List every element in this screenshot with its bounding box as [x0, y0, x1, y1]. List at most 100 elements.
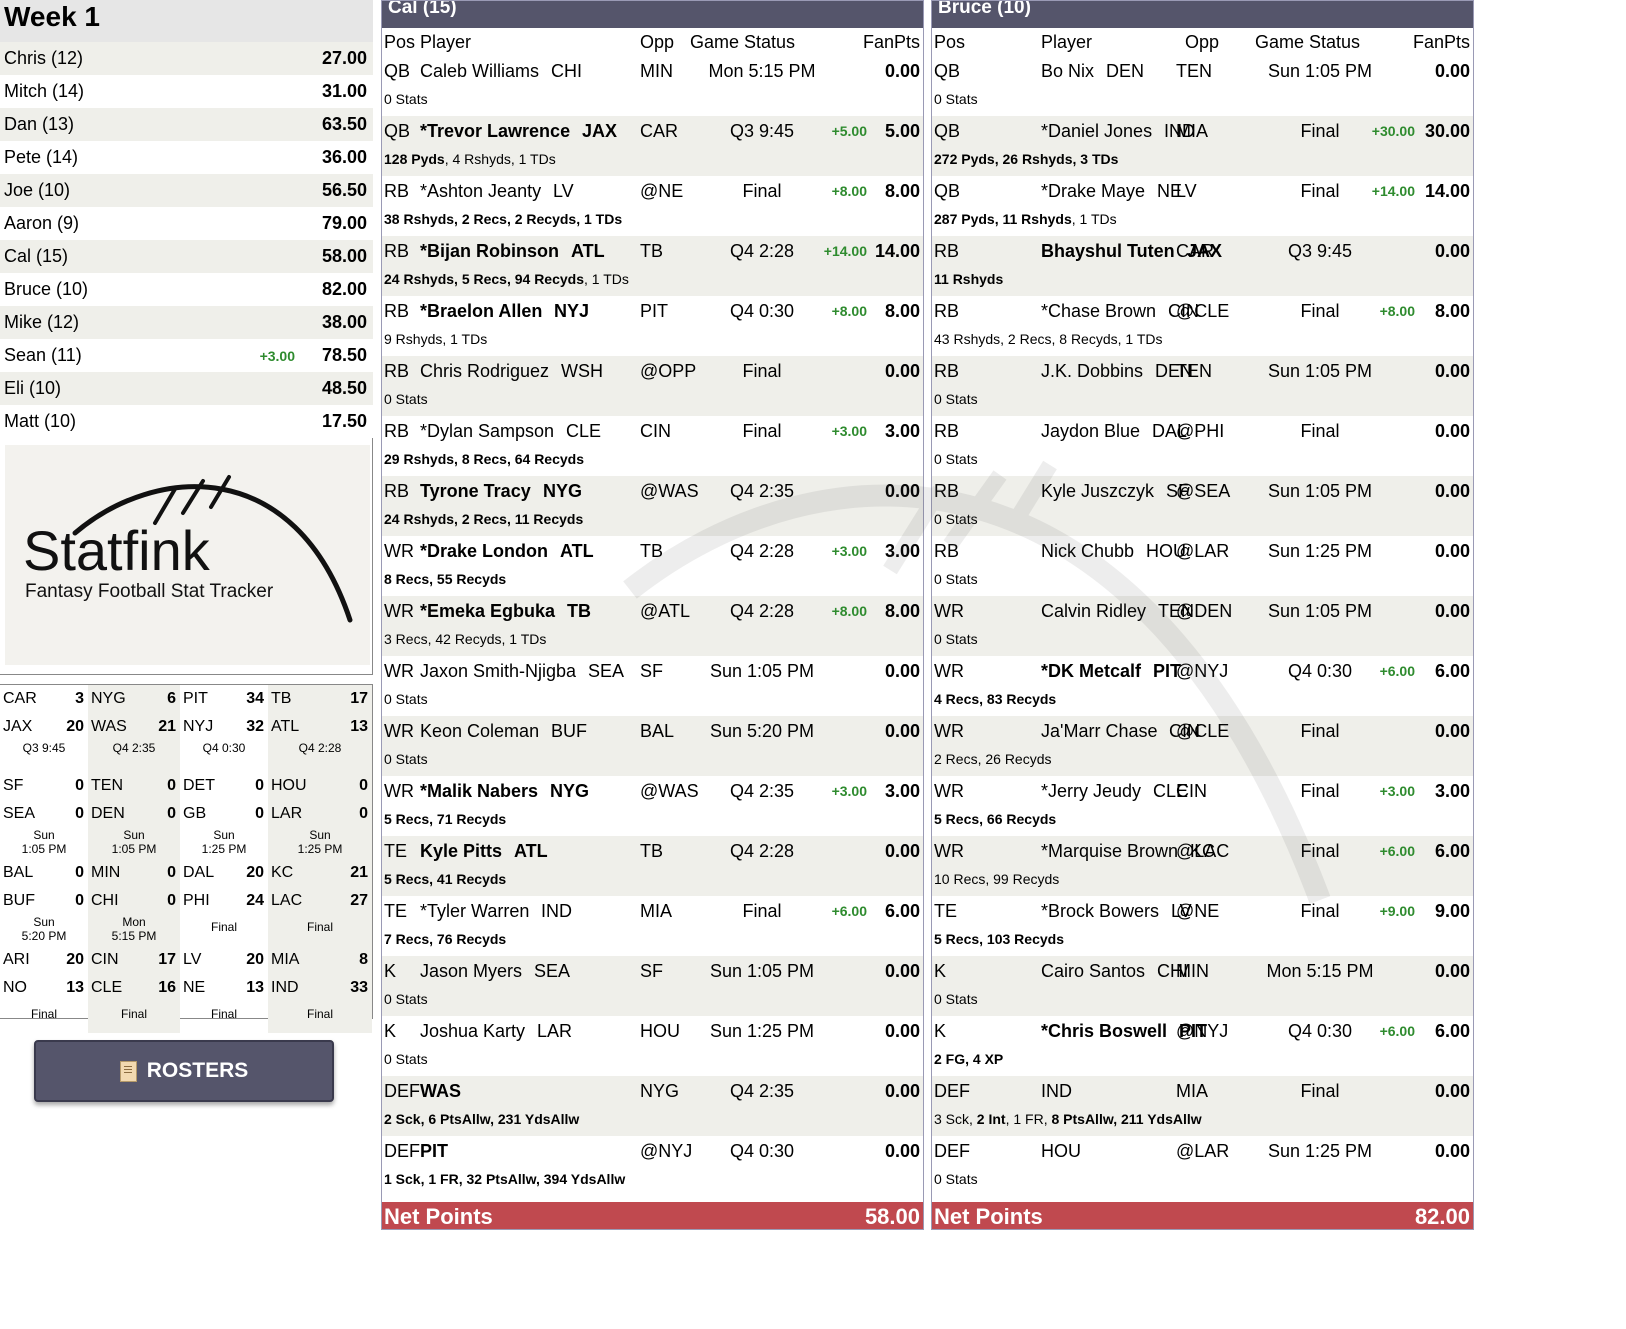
- player-name[interactable]: Ja'Marr Chase: [1041, 716, 1157, 746]
- game-score-box[interactable]: ARI 20 NO 13 Final: [0, 946, 88, 1033]
- roster-player-row[interactable]: TE *Tyler Warren IND MIA Final +6.00 6.00 7 Rec…: [382, 896, 923, 956]
- roster-player-row[interactable]: DEF WAS NYG Q4 2:35 0.00 2 Sck, 6 PtsAllw, 23…: [382, 1076, 923, 1136]
- game-score-box[interactable]: MIA 8 IND 33 Final: [268, 946, 372, 1033]
- game-score-box[interactable]: NYG 6 WAS 21 Q4 2:35: [88, 685, 180, 772]
- player-name[interactable]: Nick Chubb: [1041, 536, 1134, 566]
- player-name[interactable]: Kyle Pitts: [420, 836, 502, 866]
- player-name[interactable]: Caleb Williams: [420, 56, 539, 86]
- roster-player-row[interactable]: TE *Brock Bowers LV @NE Final +9.00 9.00 5 Recs…: [932, 896, 1473, 956]
- roster-player-row[interactable]: QB *Trevor Lawrence JAX CAR Q3 9:45 +5.00 5.00…: [382, 116, 923, 176]
- game-score-box[interactable]: KC 21 LAC 27 Final: [268, 859, 372, 946]
- game-score-box[interactable]: MIN 0 CHI 0 Mon 5:15 PM: [88, 859, 180, 946]
- player-name[interactable]: *Jerry Jeudy: [1041, 776, 1141, 806]
- roster-player-row[interactable]: QB *Daniel Jones IND MIA Final +30.00 30.00 272…: [932, 116, 1473, 176]
- roster-player-row[interactable]: WR Calvin Ridley TEN @DEN Sun 1:05 PM 0.00 0 S…: [932, 596, 1473, 656]
- player-name[interactable]: *Braelon Allen: [420, 296, 542, 326]
- standing-row[interactable]: Dan (13) 63.50: [0, 108, 373, 141]
- roster-player-row[interactable]: RB *Braelon Allen NYJ PIT Q4 0:30 +8.00 8.00 9 …: [382, 296, 923, 356]
- roster-player-row[interactable]: RB Tyrone Tracy NYG @WAS Q4 2:35 0.00 24 Rshyd…: [382, 476, 923, 536]
- player-name[interactable]: Cairo Santos: [1041, 956, 1145, 986]
- roster-player-row[interactable]: QB Caleb Williams CHI MIN Mon 5:15 PM 0.00 0 S…: [382, 56, 923, 116]
- roster-player-row[interactable]: WR Keon Coleman BUF BAL Sun 5:20 PM 0.00 0 Sta…: [382, 716, 923, 776]
- rosters-button[interactable]: ROSTERS: [34, 1040, 334, 1102]
- player-name[interactable]: *Trevor Lawrence: [420, 116, 570, 146]
- roster-player-row[interactable]: WR *Emeka Egbuka TB @ATL Q4 2:28 +8.00 8.00 3 R…: [382, 596, 923, 656]
- roster-player-row[interactable]: WR *DK Metcalf PIT @NYJ Q4 0:30 +6.00 6.00 4 Re…: [932, 656, 1473, 716]
- player-name[interactable]: *Daniel Jones: [1041, 116, 1152, 146]
- roster-player-row[interactable]: WR *Malik Nabers NYG @WAS Q4 2:35 +3.00 3.00 5 …: [382, 776, 923, 836]
- player-name[interactable]: Chris Rodriguez: [420, 356, 549, 386]
- roster-player-row[interactable]: RB *Bijan Robinson ATL TB Q4 2:28 +14.00 14.00…: [382, 236, 923, 296]
- standing-row[interactable]: Mitch (14) 31.00: [0, 75, 373, 108]
- standing-row[interactable]: Mike (12) 38.00: [0, 306, 373, 339]
- player-name[interactable]: *Chris Boswell: [1041, 1016, 1167, 1046]
- roster-player-row[interactable]: WR *Drake London ATL TB Q4 2:28 +3.00 3.00 8 Re…: [382, 536, 923, 596]
- player-name[interactable]: *Chase Brown: [1041, 296, 1156, 326]
- player-name[interactable]: *Brock Bowers: [1041, 896, 1159, 926]
- player-name[interactable]: Jaxon Smith-Njigba: [420, 656, 576, 686]
- game-score-box[interactable]: TB 17 ATL 13 Q4 2:28: [268, 685, 372, 772]
- roster-player-row[interactable]: WR *Jerry Jeudy CLE CIN Final +3.00 3.00 5 Recs…: [932, 776, 1473, 836]
- player-name[interactable]: Bhayshul Tuten: [1041, 236, 1175, 266]
- player-name[interactable]: Kyle Juszczyk: [1041, 476, 1154, 506]
- game-score-box[interactable]: TEN 0 DEN 0 Sun 1:05 PM: [88, 772, 180, 859]
- roster-player-row[interactable]: K Jason Myers SEA SF Sun 1:05 PM 0.00 0 Stats: [382, 956, 923, 1016]
- game-score-box[interactable]: DAL 20 PHI 24 Final: [180, 859, 268, 946]
- standing-row[interactable]: Bruce (10) 82.00: [0, 273, 373, 306]
- roster-player-row[interactable]: RB *Chase Brown CIN @CLE Final +8.00 8.00 43 Rs…: [932, 296, 1473, 356]
- standing-row[interactable]: Matt (10) 17.50: [0, 405, 373, 438]
- game-score-box[interactable]: CAR 3 JAX 20 Q3 9:45: [0, 685, 88, 772]
- player-name[interactable]: WAS: [420, 1076, 461, 1106]
- standing-row[interactable]: Eli (10) 48.50: [0, 372, 373, 405]
- player-name[interactable]: *DK Metcalf: [1041, 656, 1141, 686]
- standing-row[interactable]: Cal (15) 58.00: [0, 240, 373, 273]
- game-score-box[interactable]: HOU 0 LAR 0 Sun 1:25 PM: [268, 772, 372, 859]
- player-name[interactable]: IND: [1041, 1076, 1072, 1106]
- player-name[interactable]: *Malik Nabers: [420, 776, 538, 806]
- roster-player-row[interactable]: RB Bhayshul Tuten JAX CAR Q3 9:45 0.00 11 Rshy…: [932, 236, 1473, 296]
- roster-player-row[interactable]: WR Jaxon Smith-Njigba SEA SF Sun 1:05 PM 0.00…: [382, 656, 923, 716]
- player-name[interactable]: Joshua Karty: [420, 1016, 525, 1046]
- game-score-box[interactable]: PIT 34 NYJ 32 Q4 0:30: [180, 685, 268, 772]
- roster-player-row[interactable]: RB *Ashton Jeanty LV @NE Final +8.00 8.00 38 Rs…: [382, 176, 923, 236]
- roster-player-row[interactable]: RB J.K. Dobbins DEN TEN Sun 1:05 PM 0.00 0 Sta…: [932, 356, 1473, 416]
- player-name[interactable]: Tyrone Tracy: [420, 476, 531, 506]
- roster-player-row[interactable]: QB *Drake Maye NE LV Final +14.00 14.00 287 Pyd…: [932, 176, 1473, 236]
- player-name[interactable]: *Tyler Warren: [420, 896, 529, 926]
- roster-player-row[interactable]: K *Chris Boswell PIT @NYJ Q4 0:30 +6.00 6.00 2 …: [932, 1016, 1473, 1076]
- roster-player-row[interactable]: RB Jaydon Blue DAL @PHI Final 0.00 0 Stats: [932, 416, 1473, 476]
- roster-player-row[interactable]: DEF IND MIA Final 0.00 3 Sck, 2 Int, 1 FR, 8 …: [932, 1076, 1473, 1136]
- player-name[interactable]: Bo Nix: [1041, 56, 1094, 86]
- player-name[interactable]: Keon Coleman: [420, 716, 539, 746]
- roster-player-row[interactable]: RB *Dylan Sampson CLE CIN Final +3.00 3.00 29 R…: [382, 416, 923, 476]
- player-name[interactable]: *Dylan Sampson: [420, 416, 554, 446]
- roster-player-row[interactable]: TE Kyle Pitts ATL TB Q4 2:28 0.00 5 Recs, 41 R…: [382, 836, 923, 896]
- standing-row[interactable]: Joe (10) 56.50: [0, 174, 373, 207]
- roster-player-row[interactable]: WR *Marquise Brown KC @LAC Final +6.00 6.00 10 …: [932, 836, 1473, 896]
- game-score-box[interactable]: LV 20 NE 13 Final: [180, 946, 268, 1033]
- roster-player-row[interactable]: K Cairo Santos CHI MIN Mon 5:15 PM 0.00 0 Stat…: [932, 956, 1473, 1016]
- roster-player-row[interactable]: DEF HOU @LAR Sun 1:25 PM 0.00 0 Stats: [932, 1136, 1473, 1196]
- roster-player-row[interactable]: RB Chris Rodriguez WSH @OPP Final 0.00 0 Stats: [382, 356, 923, 416]
- roster-player-row[interactable]: QB Bo Nix DEN TEN Sun 1:05 PM 0.00 0 Stats: [932, 56, 1473, 116]
- player-name[interactable]: HOU: [1041, 1136, 1081, 1166]
- player-name[interactable]: *Drake London: [420, 536, 548, 566]
- player-name[interactable]: Jaydon Blue: [1041, 416, 1140, 446]
- roster-player-row[interactable]: RB Kyle Juszczyk SF @SEA Sun 1:05 PM 0.00 0 St…: [932, 476, 1473, 536]
- game-score-box[interactable]: DET 0 GB 0 Sun 1:25 PM: [180, 772, 268, 859]
- player-name[interactable]: *Ashton Jeanty: [420, 176, 541, 206]
- standing-row[interactable]: Pete (14) 36.00: [0, 141, 373, 174]
- game-score-box[interactable]: CIN 17 CLE 16 Final: [88, 946, 180, 1033]
- roster-player-row[interactable]: DEF PIT @NYJ Q4 0:30 0.00 1 Sck, 1 FR, 32 Pts…: [382, 1136, 923, 1196]
- game-score-box[interactable]: SF 0 SEA 0 Sun 1:05 PM: [0, 772, 88, 859]
- standing-row[interactable]: Sean (11) +3.00 78.50: [0, 339, 373, 372]
- player-name[interactable]: *Emeka Egbuka: [420, 596, 555, 626]
- standing-row[interactable]: Chris (12) 27.00: [0, 42, 373, 75]
- player-name[interactable]: PIT: [420, 1136, 448, 1166]
- player-name[interactable]: Calvin Ridley: [1041, 596, 1146, 626]
- player-name[interactable]: *Marquise Brown: [1041, 836, 1178, 866]
- player-name[interactable]: Jason Myers: [420, 956, 522, 986]
- player-name[interactable]: J.K. Dobbins: [1041, 356, 1143, 386]
- standing-row[interactable]: Aaron (9) 79.00: [0, 207, 373, 240]
- game-score-box[interactable]: BAL 0 BUF 0 Sun 5:20 PM: [0, 859, 88, 946]
